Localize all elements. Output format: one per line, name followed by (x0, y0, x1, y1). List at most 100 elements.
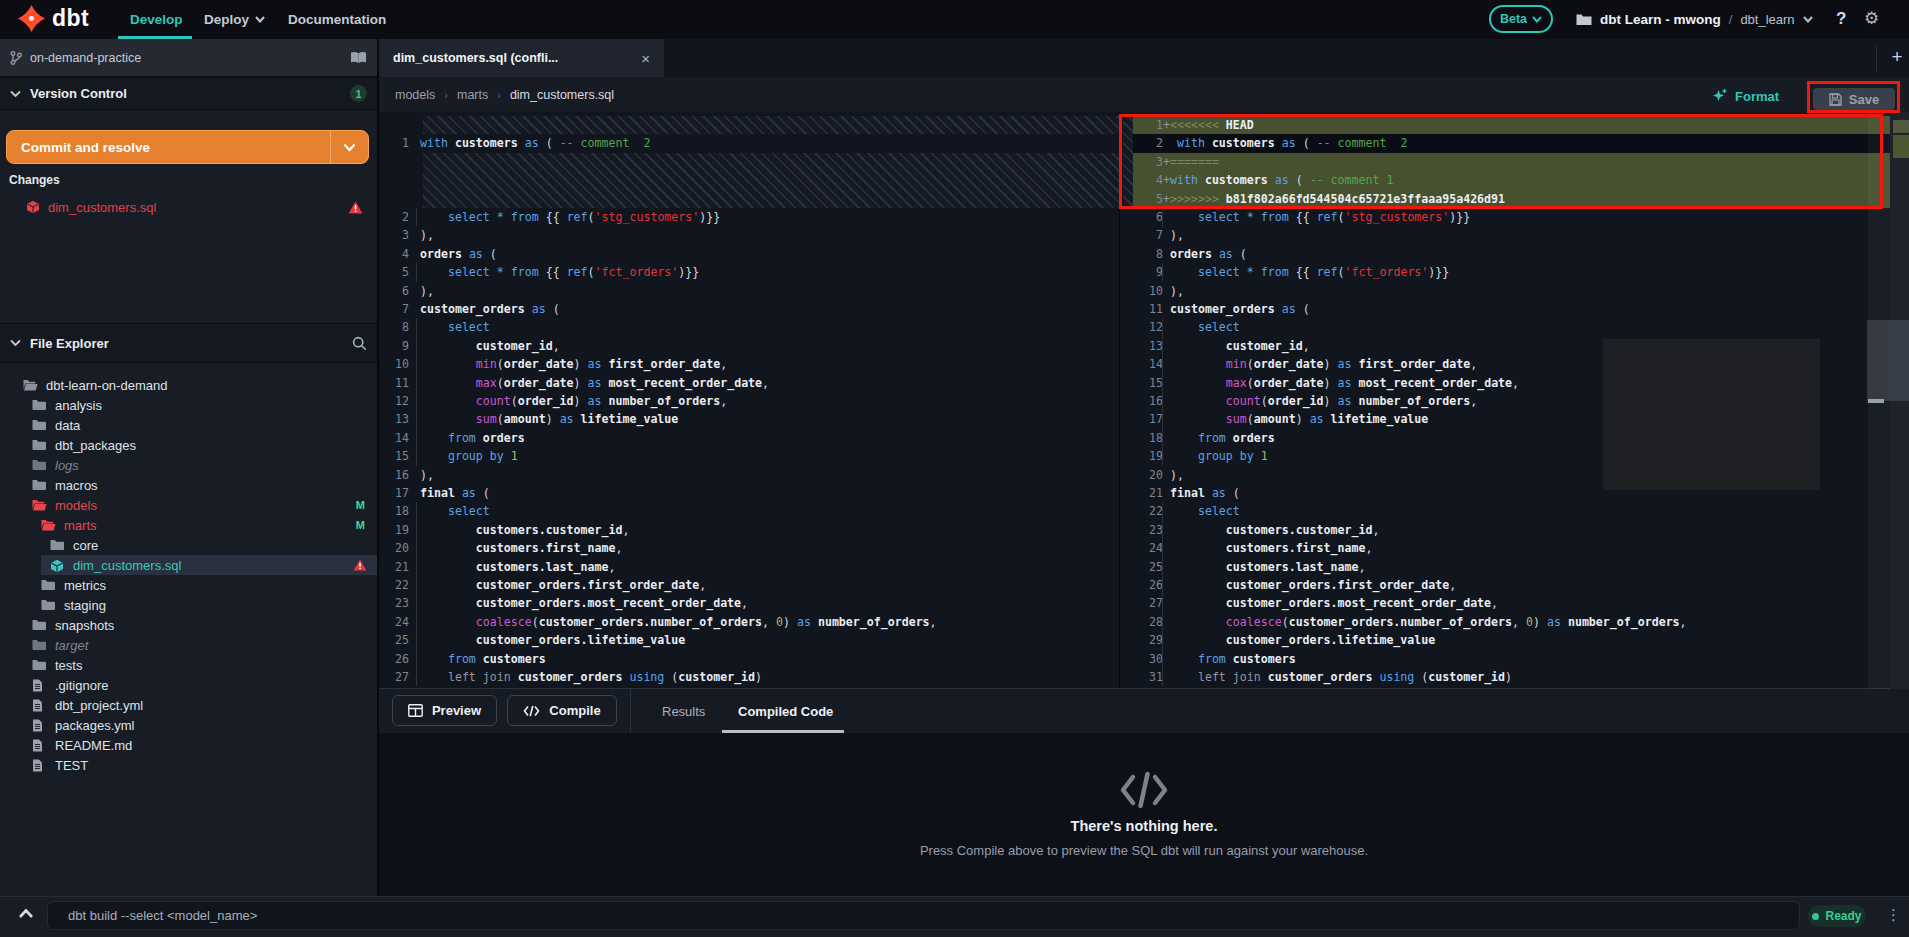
chevron-up-icon[interactable] (18, 908, 34, 919)
empty-state-description: Press Compile above to preview the SQL d… (379, 843, 1909, 858)
project-name: dbt Learn - mwong (1600, 12, 1721, 27)
nav-develop[interactable]: Develop (130, 0, 183, 39)
preview-button[interactable]: Preview (392, 695, 497, 726)
search-icon[interactable] (352, 336, 367, 351)
file-icon (32, 679, 43, 692)
tree-item-staging[interactable]: staging (0, 595, 377, 615)
dbt-logo[interactable]: dbt (18, 5, 89, 32)
folder-open-icon (32, 499, 47, 511)
tree-item-logs[interactable]: logs (0, 455, 377, 475)
tree-item-metrics[interactable]: metrics (0, 575, 377, 595)
tree-item-dbt-project-yml[interactable]: dbt_project.yml (0, 695, 377, 715)
minimap-viewport[interactable] (1867, 320, 1909, 401)
folder-icon (32, 659, 46, 671)
chevron-down-icon (1803, 16, 1813, 23)
folder-icon (41, 579, 55, 591)
tab-close-icon[interactable]: × (641, 50, 650, 67)
folder-icon (32, 419, 46, 431)
tree-item-packages-yml[interactable]: packages.yml (0, 715, 377, 735)
file-icon (32, 699, 43, 712)
beta-chip[interactable]: Beta (1489, 5, 1553, 33)
tree-item-test[interactable]: TEST (0, 755, 377, 775)
tree-item-marts[interactable]: martsM (0, 515, 377, 535)
tree-item-dim-customers-sql[interactable]: dim_customers.sql (0, 555, 377, 575)
breadcrumb-marts[interactable]: marts (457, 88, 488, 102)
book-open-icon[interactable] (350, 51, 367, 64)
code-editor-original[interactable]: 1with customers as ( -- comment 22 selec… (379, 112, 1119, 689)
sparkle-icon (1712, 88, 1728, 104)
code-line: 6 select * from {{ ref('stg_customers')}… (1133, 208, 1891, 227)
code-line: 11 max(order_date) as most_recent_order_… (382, 374, 1119, 393)
status-ready-badge: Ready (1808, 905, 1866, 927)
help-icon[interactable]: ? (1836, 9, 1846, 29)
code-line: 4orders as ( (382, 245, 1119, 264)
command-input[interactable]: dbt build --select <model_name> (47, 901, 1800, 930)
tree-item--gitignore[interactable]: .gitignore (0, 675, 377, 695)
code-line: 25 customers.last_name, (1133, 558, 1891, 577)
dbt-logo-icon (18, 5, 45, 32)
tree-item-models[interactable]: modelsM (0, 495, 377, 515)
code-line: 22 customer_orders.first_order_date, (382, 576, 1119, 595)
code-line: 23 customer_orders.most_recent_order_dat… (382, 594, 1119, 613)
file-icon (32, 739, 43, 752)
compile-button[interactable]: Compile (507, 695, 617, 726)
tab-compiled-code[interactable]: Compiled Code (738, 689, 833, 733)
repo-row[interactable]: on-demand-practice (0, 39, 377, 77)
tree-item-analysis[interactable]: analysis (0, 395, 377, 415)
folder-icon (32, 639, 46, 651)
folder-icon (32, 459, 46, 471)
nav-deploy[interactable]: Deploy (204, 0, 265, 39)
tab-results[interactable]: Results (662, 689, 705, 733)
folder-icon (32, 439, 46, 451)
empty-state-title: There's nothing here. (379, 818, 1909, 834)
conflict-warning-icon (348, 201, 363, 214)
code-line: 22 select (1133, 502, 1891, 521)
code-line: 27 left join customer_orders using (cust… (382, 668, 1119, 687)
tree-item-dbt-learn-on-demand[interactable]: dbt-learn-on-demand (0, 375, 377, 395)
cube-icon (50, 559, 64, 573)
tree-item-tests[interactable]: tests (0, 655, 377, 675)
gear-icon[interactable]: ⚙ (1864, 8, 1879, 29)
breadcrumb-models[interactable]: models (395, 88, 435, 102)
tree-item-dbt-packages[interactable]: dbt_packages (0, 435, 377, 455)
file-tree: dbt-learn-on-demandanalysisdatadbt_packa… (0, 375, 377, 775)
tree-item-snapshots[interactable]: snapshots (0, 615, 377, 635)
code-line: 12 count(order_id) as number_of_orders, (382, 392, 1119, 411)
code-line: 30 from customers (1133, 650, 1891, 669)
commit-dropdown-chevron[interactable] (330, 131, 368, 163)
folder-icon (32, 399, 46, 411)
tree-item-target[interactable]: target (0, 635, 377, 655)
new-tab-icon[interactable]: + (1884, 44, 1909, 70)
folder-icon (32, 619, 46, 631)
tree-item-core[interactable]: core (0, 535, 377, 555)
tree-item-data[interactable]: data (0, 415, 377, 435)
chevron-down-icon (255, 16, 265, 23)
code-line: 26 from customers (382, 650, 1119, 669)
code-icon (523, 705, 540, 717)
file-explorer-header[interactable]: File Explorer (0, 323, 377, 363)
changes-label: Changes (9, 173, 60, 187)
code-line: 3), (382, 226, 1119, 245)
code-line: 2 select * from {{ ref('stg_customers')}… (382, 208, 1119, 227)
nav-documentation[interactable]: Documentation (288, 0, 386, 39)
code-line: 19 customers.customer_id, (382, 521, 1119, 540)
folder-icon (50, 539, 64, 551)
format-button[interactable]: Format (1712, 83, 1779, 109)
project-selector[interactable]: dbt Learn - mwong / dbt_learn (1576, 0, 1813, 39)
code-line: 10 ), (1133, 282, 1891, 301)
tab-dim-customers[interactable]: dim_customers.sql (confli... × (379, 39, 664, 77)
code-line: 27 customer_orders.most_recent_order_dat… (1133, 594, 1891, 613)
code-icon (1119, 770, 1169, 810)
command-bar: dbt build --select <model_name> Ready ⋮ (0, 896, 1909, 937)
tree-item-readme-md[interactable]: README.md (0, 735, 377, 755)
git-branch-icon (10, 51, 22, 65)
version-control-header[interactable]: Version Control 1 (0, 77, 377, 110)
code-line: 10 min(order_date) as first_order_date, (382, 355, 1119, 374)
tree-item-macros[interactable]: macros (0, 475, 377, 495)
modified-badge: M (356, 519, 365, 531)
commit-and-resolve-button[interactable]: Commit and resolve (6, 130, 369, 164)
code-line: 20 customers.first_name, (382, 539, 1119, 558)
changed-file-row[interactable]: dim_customers.sql (0, 194, 377, 220)
kebab-menu-icon[interactable]: ⋮ (1886, 906, 1901, 924)
code-line: 29 customer_orders.lifetime_value (1133, 631, 1891, 650)
